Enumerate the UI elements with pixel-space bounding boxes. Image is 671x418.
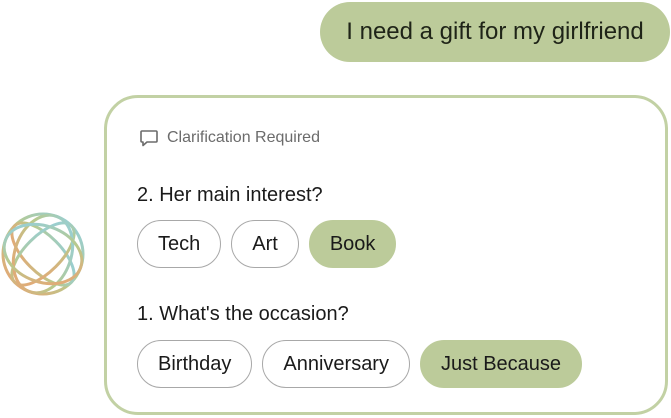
user-message-bubble: I need a gift for my girlfriend: [320, 2, 670, 62]
option-book[interactable]: Book: [308, 220, 397, 268]
chat-view: I need a gift for my girlfriend Clarific…: [0, 0, 671, 418]
ai-globe-logo-icon: [0, 211, 86, 297]
question-interest: 2. Her main interest?: [137, 184, 323, 206]
option-anniversary[interactable]: Anniversary: [262, 340, 410, 388]
option-birthday[interactable]: Birthday: [137, 340, 253, 388]
option-just-because[interactable]: Just Because: [419, 340, 583, 388]
clarification-card: Clarification Required 2. Her main inter…: [104, 95, 668, 415]
option-art[interactable]: Art: [231, 220, 299, 268]
occasion-options: Birthday Anniversary Just Because: [137, 340, 583, 388]
card-header-label: Clarification Required: [167, 129, 320, 146]
card-header: Clarification Required: [139, 128, 320, 148]
user-message-text: I need a gift for my girlfriend: [346, 18, 644, 45]
question-occasion: 1. What's the occasion?: [137, 303, 349, 325]
option-tech[interactable]: Tech: [137, 220, 222, 268]
speech-bubble-icon: [139, 128, 159, 148]
interest-options: Tech Art Book: [137, 220, 397, 268]
